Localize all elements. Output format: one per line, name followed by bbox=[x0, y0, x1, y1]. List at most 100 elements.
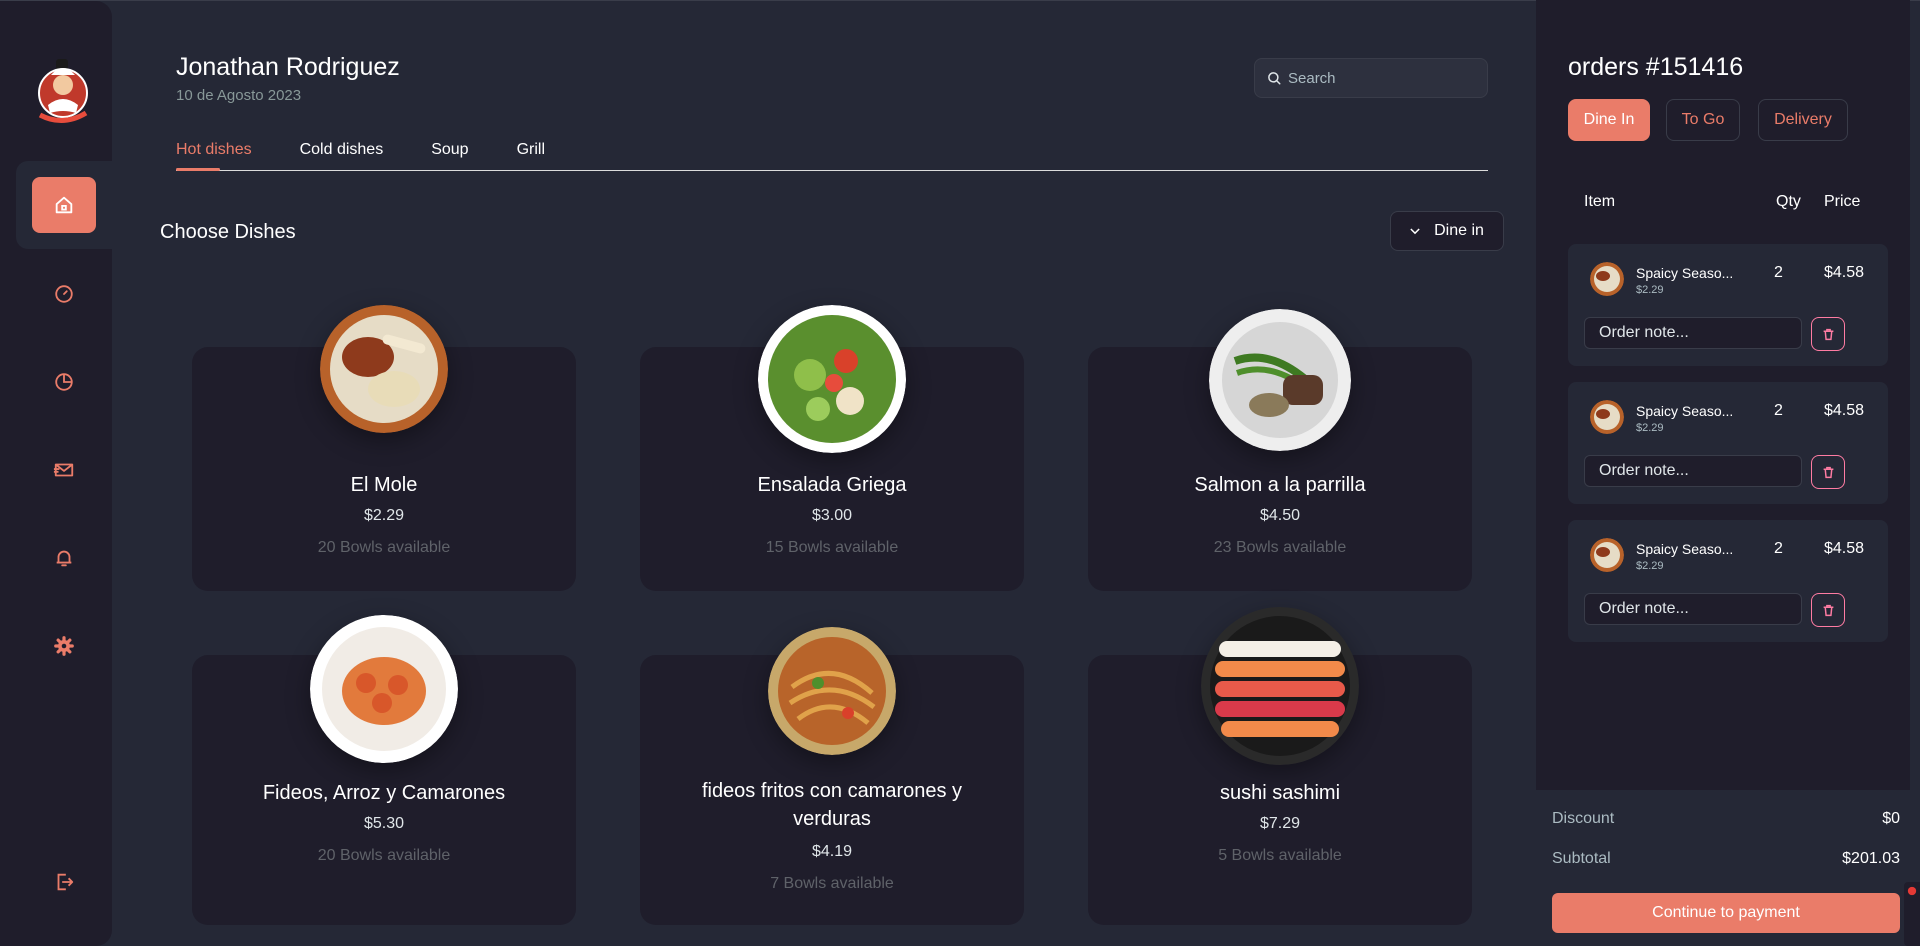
search-icon bbox=[1268, 71, 1281, 84]
order-item-name: Spaicy Seaso... bbox=[1636, 541, 1734, 557]
order-item: Spaicy Seaso... $2.29 2 $4.58 bbox=[1568, 520, 1888, 642]
order-item-total: $4.58 bbox=[1824, 402, 1865, 419]
order-item-qty: 2 bbox=[1774, 540, 1783, 557]
dish-name: sushi sashimi bbox=[1219, 782, 1341, 804]
order-type-to-go-button[interactable]: To Go bbox=[1666, 99, 1740, 141]
dish-availability: 20 Bowls available bbox=[317, 847, 451, 864]
dish-image bbox=[310, 615, 458, 763]
order-item: Spaicy Seaso... $2.29 2 $4.58 bbox=[1568, 382, 1888, 504]
dish-image bbox=[1201, 607, 1359, 765]
column-header-item: Item bbox=[1584, 193, 1616, 210]
dish-image bbox=[1209, 309, 1351, 451]
nav-settings[interactable] bbox=[16, 602, 112, 690]
sidebar bbox=[0, 1, 112, 946]
trash-icon bbox=[1823, 604, 1833, 616]
dish-price: $2.29 bbox=[363, 507, 405, 524]
current-date: 10 de Agosto 2023 bbox=[176, 87, 302, 104]
gauge-icon bbox=[55, 285, 73, 303]
order-item-unit-price: $2.29 bbox=[1636, 422, 1664, 434]
order-item-qty: 2 bbox=[1774, 264, 1783, 281]
dish-availability: 15 Bowls available bbox=[765, 539, 899, 556]
dish-availability: 20 Bowls available bbox=[317, 539, 451, 556]
order-type-dine-in-button[interactable]: Dine In bbox=[1568, 99, 1650, 141]
dish-image bbox=[320, 305, 448, 433]
search-box[interactable] bbox=[1254, 58, 1488, 98]
order-item-name: Spaicy Seaso... bbox=[1636, 403, 1734, 419]
order-note-input[interactable] bbox=[1584, 593, 1802, 625]
delete-item-button[interactable] bbox=[1811, 593, 1845, 627]
nav-logout[interactable] bbox=[16, 838, 112, 926]
search-input[interactable] bbox=[1288, 69, 1478, 87]
dish-image bbox=[758, 305, 906, 453]
continue-to-payment-button[interactable]: Continue to payment bbox=[1552, 893, 1900, 933]
nav-analytics[interactable] bbox=[16, 338, 112, 426]
dish-card[interactable]: El Mole $2.29 20 Bowls available bbox=[192, 305, 576, 591]
order-title: orders #151416 bbox=[1568, 53, 1744, 81]
dish-name: El Mole bbox=[350, 474, 418, 496]
dish-price: $5.30 bbox=[363, 815, 405, 832]
nav-home[interactable] bbox=[16, 161, 112, 249]
delete-item-button[interactable] bbox=[1811, 455, 1845, 489]
dish-name: Ensalada Griega bbox=[757, 474, 907, 496]
dine-option-dropdown[interactable]: Dine in bbox=[1390, 211, 1504, 251]
nav-messages[interactable] bbox=[16, 426, 112, 514]
mail-icon bbox=[53, 463, 74, 477]
trash-icon bbox=[1823, 328, 1833, 340]
discount-label: Discount bbox=[1552, 810, 1615, 827]
dish-card[interactable]: Fideos, Arroz y Camarones $5.30 20 Bowls… bbox=[192, 615, 576, 925]
order-note-input[interactable] bbox=[1584, 455, 1802, 487]
discount-value: $0 bbox=[1882, 810, 1900, 827]
tab-soup[interactable]: Soup bbox=[431, 141, 468, 170]
logout-icon bbox=[57, 873, 74, 891]
screen-recorder-badge[interactable] bbox=[1904, 882, 1920, 946]
dish-card[interactable]: fideos fritos con camarones y verduras $… bbox=[640, 627, 1024, 925]
order-item-unit-price: $2.29 bbox=[1636, 284, 1664, 296]
tab-grill[interactable]: Grill bbox=[517, 141, 545, 170]
dish-card[interactable]: sushi sashimi $7.29 5 Bowls available bbox=[1088, 607, 1472, 925]
tab-cold-dishes[interactable]: Cold dishes bbox=[300, 141, 384, 170]
record-icon bbox=[1907, 886, 1917, 896]
order-item-unit-price: $2.29 bbox=[1636, 560, 1664, 572]
dish-price: $3.00 bbox=[811, 507, 853, 524]
order-item-image bbox=[1590, 538, 1624, 572]
dish-card[interactable]: Salmon a la parrilla $4.50 23 Bowls avai… bbox=[1088, 309, 1472, 591]
nav-notifications[interactable] bbox=[16, 514, 112, 602]
section-title: Choose Dishes bbox=[160, 221, 296, 243]
order-type-delivery-button[interactable]: Delivery bbox=[1758, 99, 1848, 141]
dine-option-label: Dine in bbox=[1434, 222, 1484, 239]
order-item-qty: 2 bbox=[1774, 402, 1783, 419]
dish-price: $7.29 bbox=[1259, 815, 1301, 832]
delete-item-button[interactable] bbox=[1811, 317, 1845, 351]
pie-chart-icon bbox=[55, 373, 73, 391]
dish-availability: 5 Bowls available bbox=[1218, 847, 1342, 864]
chevron-down-icon bbox=[1410, 227, 1420, 234]
category-tabs: Hot dishes Cold dishes Soup Grill bbox=[176, 141, 1488, 171]
order-item: Spaicy Seaso... $2.29 2 $4.58 bbox=[1568, 244, 1888, 366]
main-content: Jonathan Rodriguez 10 de Agosto 2023 Hot… bbox=[112, 0, 1536, 946]
column-header-price: Price bbox=[1824, 193, 1861, 210]
order-item-name: Spaicy Seaso... bbox=[1636, 265, 1734, 281]
order-panel: orders #151416 Dine In To Go Delivery It… bbox=[1536, 0, 1910, 790]
order-item-image bbox=[1590, 400, 1624, 434]
dish-price: $4.50 bbox=[1259, 507, 1301, 524]
dish-name: fideos fritos con camarones y verduras bbox=[701, 780, 963, 830]
order-item-total: $4.58 bbox=[1824, 540, 1865, 557]
nav-dashboard[interactable] bbox=[16, 250, 112, 338]
subtotal-value: $201.03 bbox=[1842, 850, 1900, 867]
dish-image bbox=[768, 627, 896, 755]
chef-logo bbox=[30, 55, 96, 131]
column-header-qty: Qty bbox=[1776, 193, 1801, 210]
user-name: Jonathan Rodriguez bbox=[176, 53, 400, 81]
dish-name: Salmon a la parrilla bbox=[1194, 474, 1366, 496]
bell-icon bbox=[56, 550, 72, 567]
dish-availability: 23 Bowls available bbox=[1213, 539, 1347, 556]
order-item-total: $4.58 bbox=[1824, 264, 1865, 281]
home-icon bbox=[55, 196, 73, 214]
dish-name: Fideos, Arroz y Camarones bbox=[262, 782, 506, 804]
dish-card[interactable]: Ensalada Griega $3.00 15 Bowls available bbox=[640, 305, 1024, 591]
order-note-input[interactable] bbox=[1584, 317, 1802, 349]
dish-price: $4.19 bbox=[811, 843, 853, 860]
subtotal-label: Subtotal bbox=[1552, 850, 1611, 867]
dish-availability: 7 Bowls available bbox=[770, 875, 894, 892]
tab-hot-dishes[interactable]: Hot dishes bbox=[176, 141, 252, 171]
